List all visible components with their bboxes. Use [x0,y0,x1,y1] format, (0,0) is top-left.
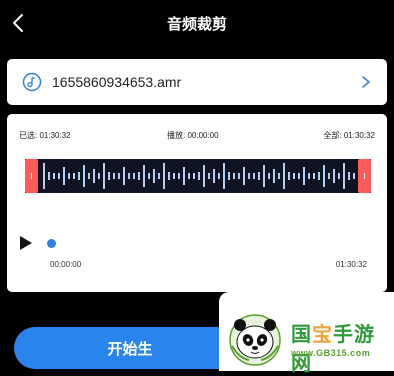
waveform-bar [253,173,255,179]
waveform-bar [298,173,300,179]
waveform-bar [148,173,150,179]
waveform [25,159,371,193]
waveform-bar [63,167,65,185]
page-title: 音频裁剪 [166,16,227,33]
waveform-bar [258,172,260,180]
playhead[interactable] [47,239,56,248]
chevron-right-icon[interactable] [359,75,373,89]
waveform-bar [108,172,110,180]
watermark-logo: 国宝手游网 www.GB315.com [219,292,394,375]
left-trim-handle[interactable] [25,159,38,193]
waveform-bar [243,167,245,185]
waveform-bar [333,169,335,183]
waveform-bar [263,165,265,187]
waveform-bar [338,173,340,179]
play-icon[interactable] [20,236,32,250]
waveform-bar [43,163,45,189]
waveform-bar [183,167,185,185]
watermark-name: 国宝手游网 [291,318,394,376]
watermark-char-1: 国 [291,324,312,346]
waveform-bar [233,173,235,179]
waveform-bar [223,163,225,189]
current-time: 00:00:00 [50,260,82,269]
waveform-bar [218,173,220,179]
waveform-bar [188,173,190,179]
waveform-bar [278,173,280,179]
audio-editor: 已选: 01:30:32 播放: 00:00:00 全部: 01:30:32 0… [7,114,387,292]
waveform-bar [313,173,315,179]
waveform-bar [163,163,165,189]
music-note-icon [22,72,42,92]
waveform-bar [343,163,345,189]
waveform-bar [178,173,180,179]
waveform-bar [133,173,135,179]
waveform-bar [213,169,215,183]
waveform-bar [268,173,270,179]
file-selector[interactable]: 1655860934653.amr [7,59,387,105]
waveform-bar [88,173,90,179]
total-duration: 全部: 01:30:32 [323,131,375,140]
selected-duration: 已选: 01:30:32 [19,131,71,140]
file-name: 1655860934653.amr [52,74,182,90]
waveform-bar [228,172,230,180]
waveform-bar [53,173,55,179]
waveform-bar [113,173,115,179]
waveform-bar [118,173,120,179]
waveform-bar [193,173,195,179]
waveform-bar [168,172,170,180]
waveform-bar [323,165,325,187]
waveform-bar [98,173,100,179]
waveform-bar [93,169,95,183]
start-generate-button[interactable]: 开始生 [14,327,246,369]
waveform-bar [198,172,200,180]
waveform-bar [138,172,140,180]
waveform-bar [143,165,145,187]
panda-logo-icon [229,314,281,366]
waveform-bar [83,165,85,187]
waveform-bar [328,173,330,179]
waveform-bar [73,173,75,179]
waveform-bar [153,169,155,183]
waveform-bar [123,167,125,185]
waveform-bar [288,172,290,180]
waveform-bar [68,173,70,179]
waveform-bar [303,167,305,185]
watermark-char-2: 宝 [312,324,333,346]
waveform-bar [353,173,355,179]
waveform-bar [348,172,350,180]
waveform-bar [283,163,285,189]
waveform-bar [238,173,240,179]
waveform-bar [273,169,275,183]
waveform-bar [48,172,50,180]
waveform-bar [208,173,210,179]
end-time: 01:30:32 [335,260,367,269]
waveform-bar [293,173,295,179]
right-trim-handle[interactable] [358,159,371,193]
watermark-url: www.GB315.com [291,348,371,358]
waveform-bar [318,172,320,180]
playing-position: 播放: 00:00:00 [167,131,219,140]
waveform-bar [248,173,250,179]
waveform-bar [103,163,105,189]
waveform-track[interactable] [25,159,371,193]
waveform-bar [158,173,160,179]
waveform-bar [308,173,310,179]
waveform-bar [203,165,205,187]
waveform-bar [128,173,130,179]
app-header: 音频裁剪 [0,0,394,46]
waveform-bar [78,172,80,180]
waveform-bar [58,173,60,179]
waveform-bar [173,173,175,179]
